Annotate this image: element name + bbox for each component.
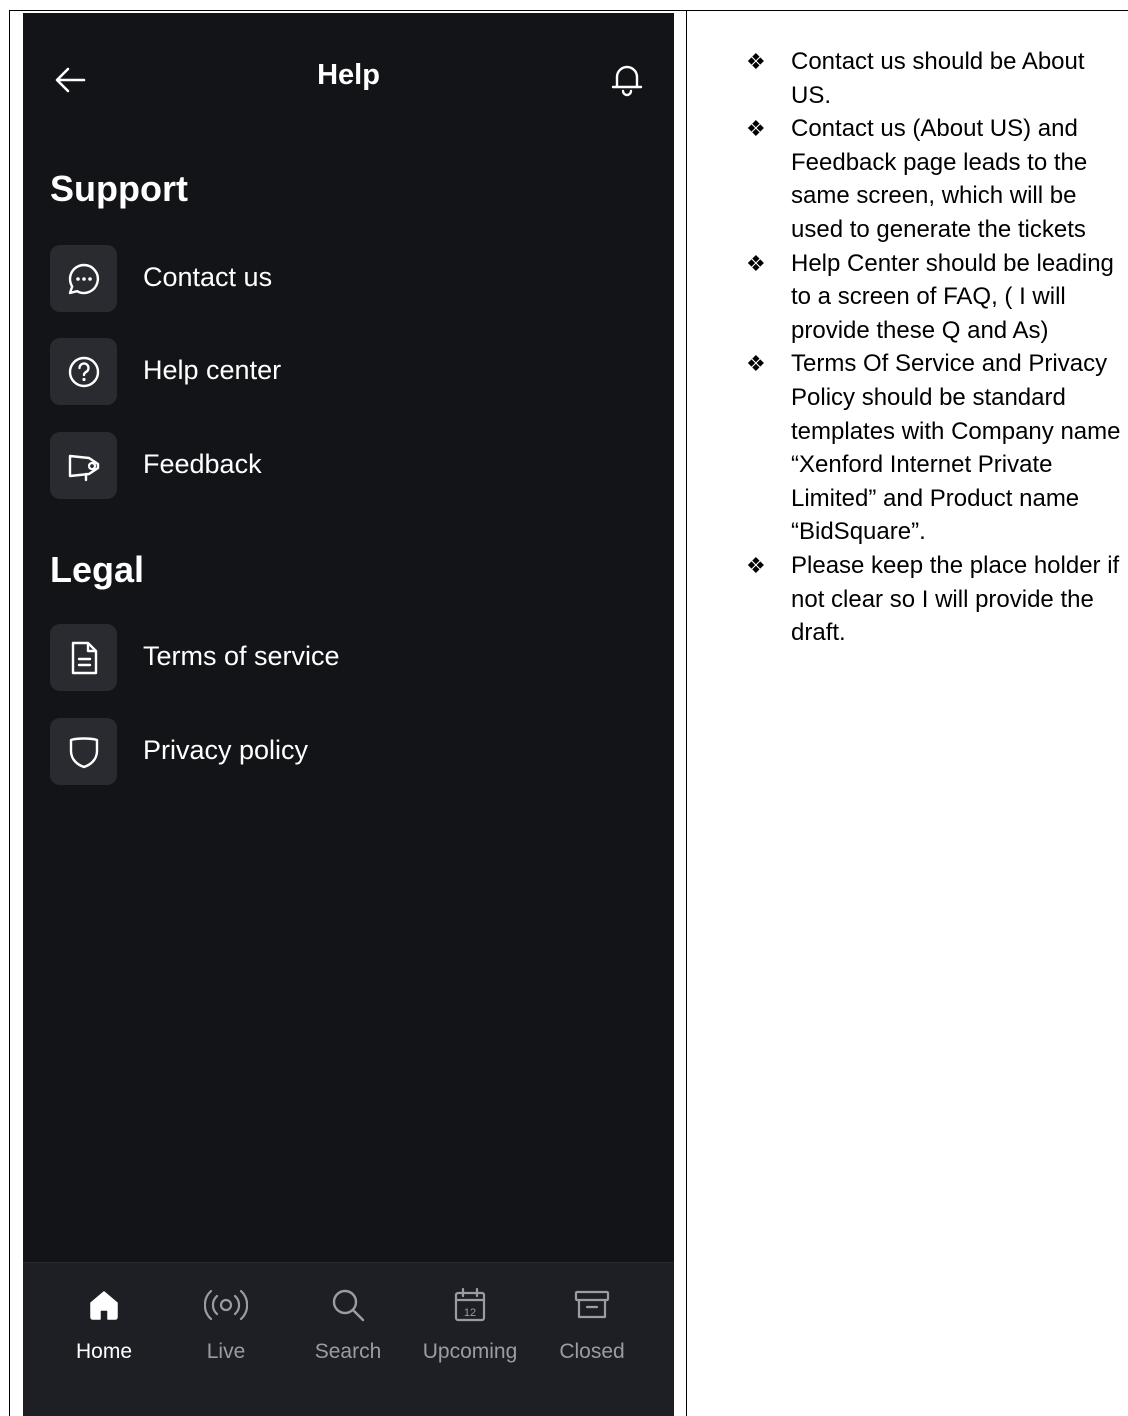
menu-item-label: Feedback: [143, 449, 262, 479]
chat-bubble-icon: [68, 263, 99, 294]
search-icon: [332, 1289, 365, 1322]
column-divider: [686, 10, 687, 1416]
nav-label: Closed: [559, 1340, 625, 1363]
bullet-icon: ❖: [746, 351, 766, 377]
note-item: ❖ Contact us (About US) and Feedback page…: [746, 112, 1126, 246]
nav-label: Search: [314, 1340, 382, 1363]
archive-icon: [574, 1290, 610, 1319]
requirements-notes: ❖ Contact us should be About US. ❖ Contact…: [746, 45, 1126, 650]
home-icon: [90, 1291, 118, 1320]
section-title-support: Support: [50, 168, 188, 209]
menu-item-terms-of-service[interactable]: Terms of service: [50, 624, 650, 691]
note-item: ❖ Please keep the place holder if not cle…: [746, 549, 1126, 650]
menu-item-privacy-policy[interactable]: Privacy policy: [50, 718, 650, 785]
question-circle-icon: [68, 356, 99, 387]
megaphone-icon: [68, 454, 99, 481]
menu-item-help-center[interactable]: Help center: [50, 338, 650, 405]
nav-item-upcoming[interactable]: 12 Upcoming: [409, 1263, 531, 1383]
shield-icon: [69, 736, 98, 768]
phone-screen: Help Support Contact us Help center Feed…: [23, 13, 674, 1416]
menu-item-label: Privacy policy: [143, 735, 309, 765]
bullet-icon: ❖: [746, 552, 766, 578]
note-item: ❖ Terms Of Service and Privacy Policy sho…: [746, 347, 1126, 549]
bell-icon: [611, 65, 643, 97]
page-title: Help: [317, 59, 380, 91]
bullet-icon: ❖: [746, 250, 766, 276]
menu-item-label: Terms of service: [143, 641, 340, 671]
menu-item-feedback[interactable]: Feedback: [50, 432, 650, 499]
bullet-icon: ❖: [746, 116, 766, 142]
icon-tile: [50, 624, 117, 691]
section-title-legal: Legal: [50, 549, 145, 590]
note-item: ❖ Contact us should be About US.: [746, 45, 1126, 112]
calendar-badge: 12: [464, 1307, 476, 1319]
menu-item-contact-us[interactable]: Contact us: [50, 245, 650, 312]
nav-item-search[interactable]: Search: [287, 1263, 409, 1383]
nav-item-live[interactable]: Live: [165, 1263, 287, 1383]
icon-tile: [50, 245, 117, 312]
note-item: ❖ Help Center should be leading to a scre…: [746, 247, 1126, 348]
menu-item-label: Contact us: [143, 262, 273, 292]
bottom-navigation: Home Live Search 12 Upcoming Closed: [23, 1262, 674, 1416]
top-bar: Help: [23, 13, 674, 143]
nav-label: Home: [75, 1340, 133, 1363]
icon-tile: [50, 432, 117, 499]
document-icon: [71, 641, 97, 674]
nav-item-closed[interactable]: Closed: [531, 1263, 653, 1383]
nav-label: Upcoming: [422, 1340, 518, 1363]
nav-item-home[interactable]: Home: [43, 1263, 165, 1383]
nav-label: Live: [206, 1340, 246, 1363]
calendar-icon: 12: [454, 1287, 486, 1322]
menu-item-label: Help center: [143, 355, 282, 385]
icon-tile: [50, 718, 117, 785]
notifications-button[interactable]: [607, 59, 647, 99]
broadcast-icon: [204, 1289, 248, 1321]
bullet-icon: ❖: [746, 49, 766, 74]
icon-tile: [50, 338, 117, 405]
